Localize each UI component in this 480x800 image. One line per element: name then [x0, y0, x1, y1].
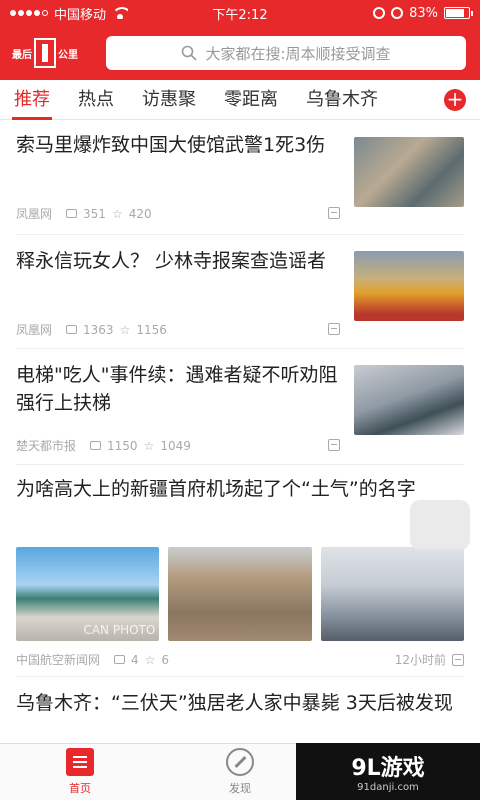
article-title: 电梯"吃人"事件续：遇难者疑不听劝阻强行上扶梯 — [16, 364, 338, 414]
list-item[interactable]: 电梯"吃人"事件续：遇难者疑不听劝阻强行上扶梯 楚天都市报 1150 ☆ 104… — [16, 349, 464, 465]
comment-icon — [90, 441, 102, 450]
signal-icon — [10, 10, 48, 16]
comment-count: 4 — [131, 652, 139, 667]
article-source: 楚天都市报 — [16, 439, 77, 453]
list-item[interactable]: 乌鲁木齐：“三伏天”独居老人家中暴毙 3天后被发现 — [16, 677, 464, 743]
tab-lingjuli[interactable]: 零距离 — [210, 80, 292, 120]
logo-mark-icon — [34, 38, 56, 68]
logo-subtext: 公里 — [58, 49, 78, 61]
favorite-count: 6 — [161, 652, 170, 667]
news-feed: 索马里爆炸致中国大使馆武警1死3伤 凤凰网 351 ☆ 420 释永信玩女人？ … — [0, 121, 480, 743]
article-image-gallery[interactable]: CAN PHOTO — [16, 547, 464, 641]
comment-icon — [66, 209, 78, 218]
search-icon — [182, 45, 198, 61]
comment-icon — [66, 325, 78, 334]
article-source: 中国航空新闻网 — [16, 653, 101, 667]
comment-count: 1150 — [107, 438, 138, 453]
watermark-logo: 9L游戏 — [351, 756, 425, 781]
battery-percent: 83% — [409, 5, 438, 21]
article-title: 乌鲁木齐：“三伏天”独居老人家中暴毙 3天后被发现 — [16, 692, 453, 714]
dislike-button[interactable] — [328, 323, 340, 335]
tab-fanghuiju[interactable]: 访惠聚 — [128, 80, 210, 120]
orientation-lock-icon — [373, 7, 386, 19]
photo-watermark: CAN PHOTO — [83, 623, 156, 637]
search-bar[interactable]: 大家都在搜:周本顺接受调查 — [106, 36, 466, 70]
wifi-icon — [112, 7, 129, 19]
category-tabs: 推荐 热点 访惠聚 零距离 乌鲁木齐 + — [0, 80, 480, 120]
tab-recommend[interactable]: 推荐 — [0, 80, 64, 120]
carrier-label: 中国移动 — [54, 7, 107, 23]
gallery-image — [320, 547, 464, 641]
add-tab-button[interactable]: + — [444, 89, 466, 111]
site-watermark: 9L游戏 91danji.com — [296, 743, 480, 800]
list-item[interactable]: 释永信玩女人？ 少林寺报案查造谣者 凤凰网 1363 ☆ 1156 — [16, 235, 464, 349]
article-source: 凤凰网 — [16, 323, 53, 337]
dislike-button[interactable] — [328, 439, 340, 451]
article-source: 凤凰网 — [16, 207, 53, 221]
article-thumbnail — [354, 137, 464, 207]
article-title: 为啥高大上的新疆首府机场起了个“土气”的名字 — [16, 478, 416, 500]
gallery-image: CAN PHOTO — [16, 547, 160, 641]
article-thumbnail — [354, 251, 464, 321]
article-title: 索马里爆炸致中国大使馆武警1死3伤 — [16, 134, 326, 156]
star-icon: ☆ — [143, 438, 155, 453]
star-icon: ☆ — [111, 206, 123, 221]
list-item[interactable]: 索马里爆炸致中国大使馆武警1死3伤 凤凰网 351 ☆ 420 — [16, 121, 464, 235]
dislike-button[interactable] — [452, 653, 464, 666]
logo-text: 最后 — [12, 49, 32, 61]
article-title: 释永信玩女人？ 少林寺报案查造谣者 — [16, 250, 327, 272]
tab-home[interactable]: 首页 — [0, 744, 160, 800]
star-icon: ☆ — [144, 652, 156, 667]
battery-icon — [444, 7, 473, 19]
favorite-count: 420 — [128, 206, 152, 221]
article-time: 12小时前 — [394, 653, 446, 667]
comment-count: 1363 — [83, 322, 114, 337]
favorite-count: 1049 — [160, 438, 191, 453]
compass-icon — [226, 748, 254, 776]
favorite-count: 1156 — [136, 322, 167, 337]
search-placeholder: 大家都在搜:周本顺接受调查 — [205, 44, 391, 63]
tab-home-label: 首页 — [69, 782, 91, 795]
home-icon — [66, 748, 94, 776]
status-bar: 中国移动 下午2:12 83% — [0, 0, 480, 26]
article-thumbnail — [354, 365, 464, 435]
comment-icon — [114, 655, 126, 664]
floating-button[interactable] — [410, 500, 470, 550]
comment-count: 351 — [83, 206, 106, 221]
app-logo[interactable]: 最后 公里 — [12, 33, 96, 73]
alarm-icon — [391, 7, 404, 19]
gallery-image — [168, 547, 312, 641]
app-header: 中国移动 下午2:12 83% 最后 公里 大家都在搜:周本顺接受调查 — [0, 0, 480, 80]
tab-urumqi[interactable]: 乌鲁木齐 — [292, 80, 392, 120]
star-icon: ☆ — [119, 322, 131, 337]
tab-hot[interactable]: 热点 — [64, 80, 128, 120]
dislike-button[interactable] — [328, 207, 340, 219]
watermark-url: 91danji.com — [357, 782, 419, 793]
tab-discover-label: 发现 — [229, 782, 251, 795]
